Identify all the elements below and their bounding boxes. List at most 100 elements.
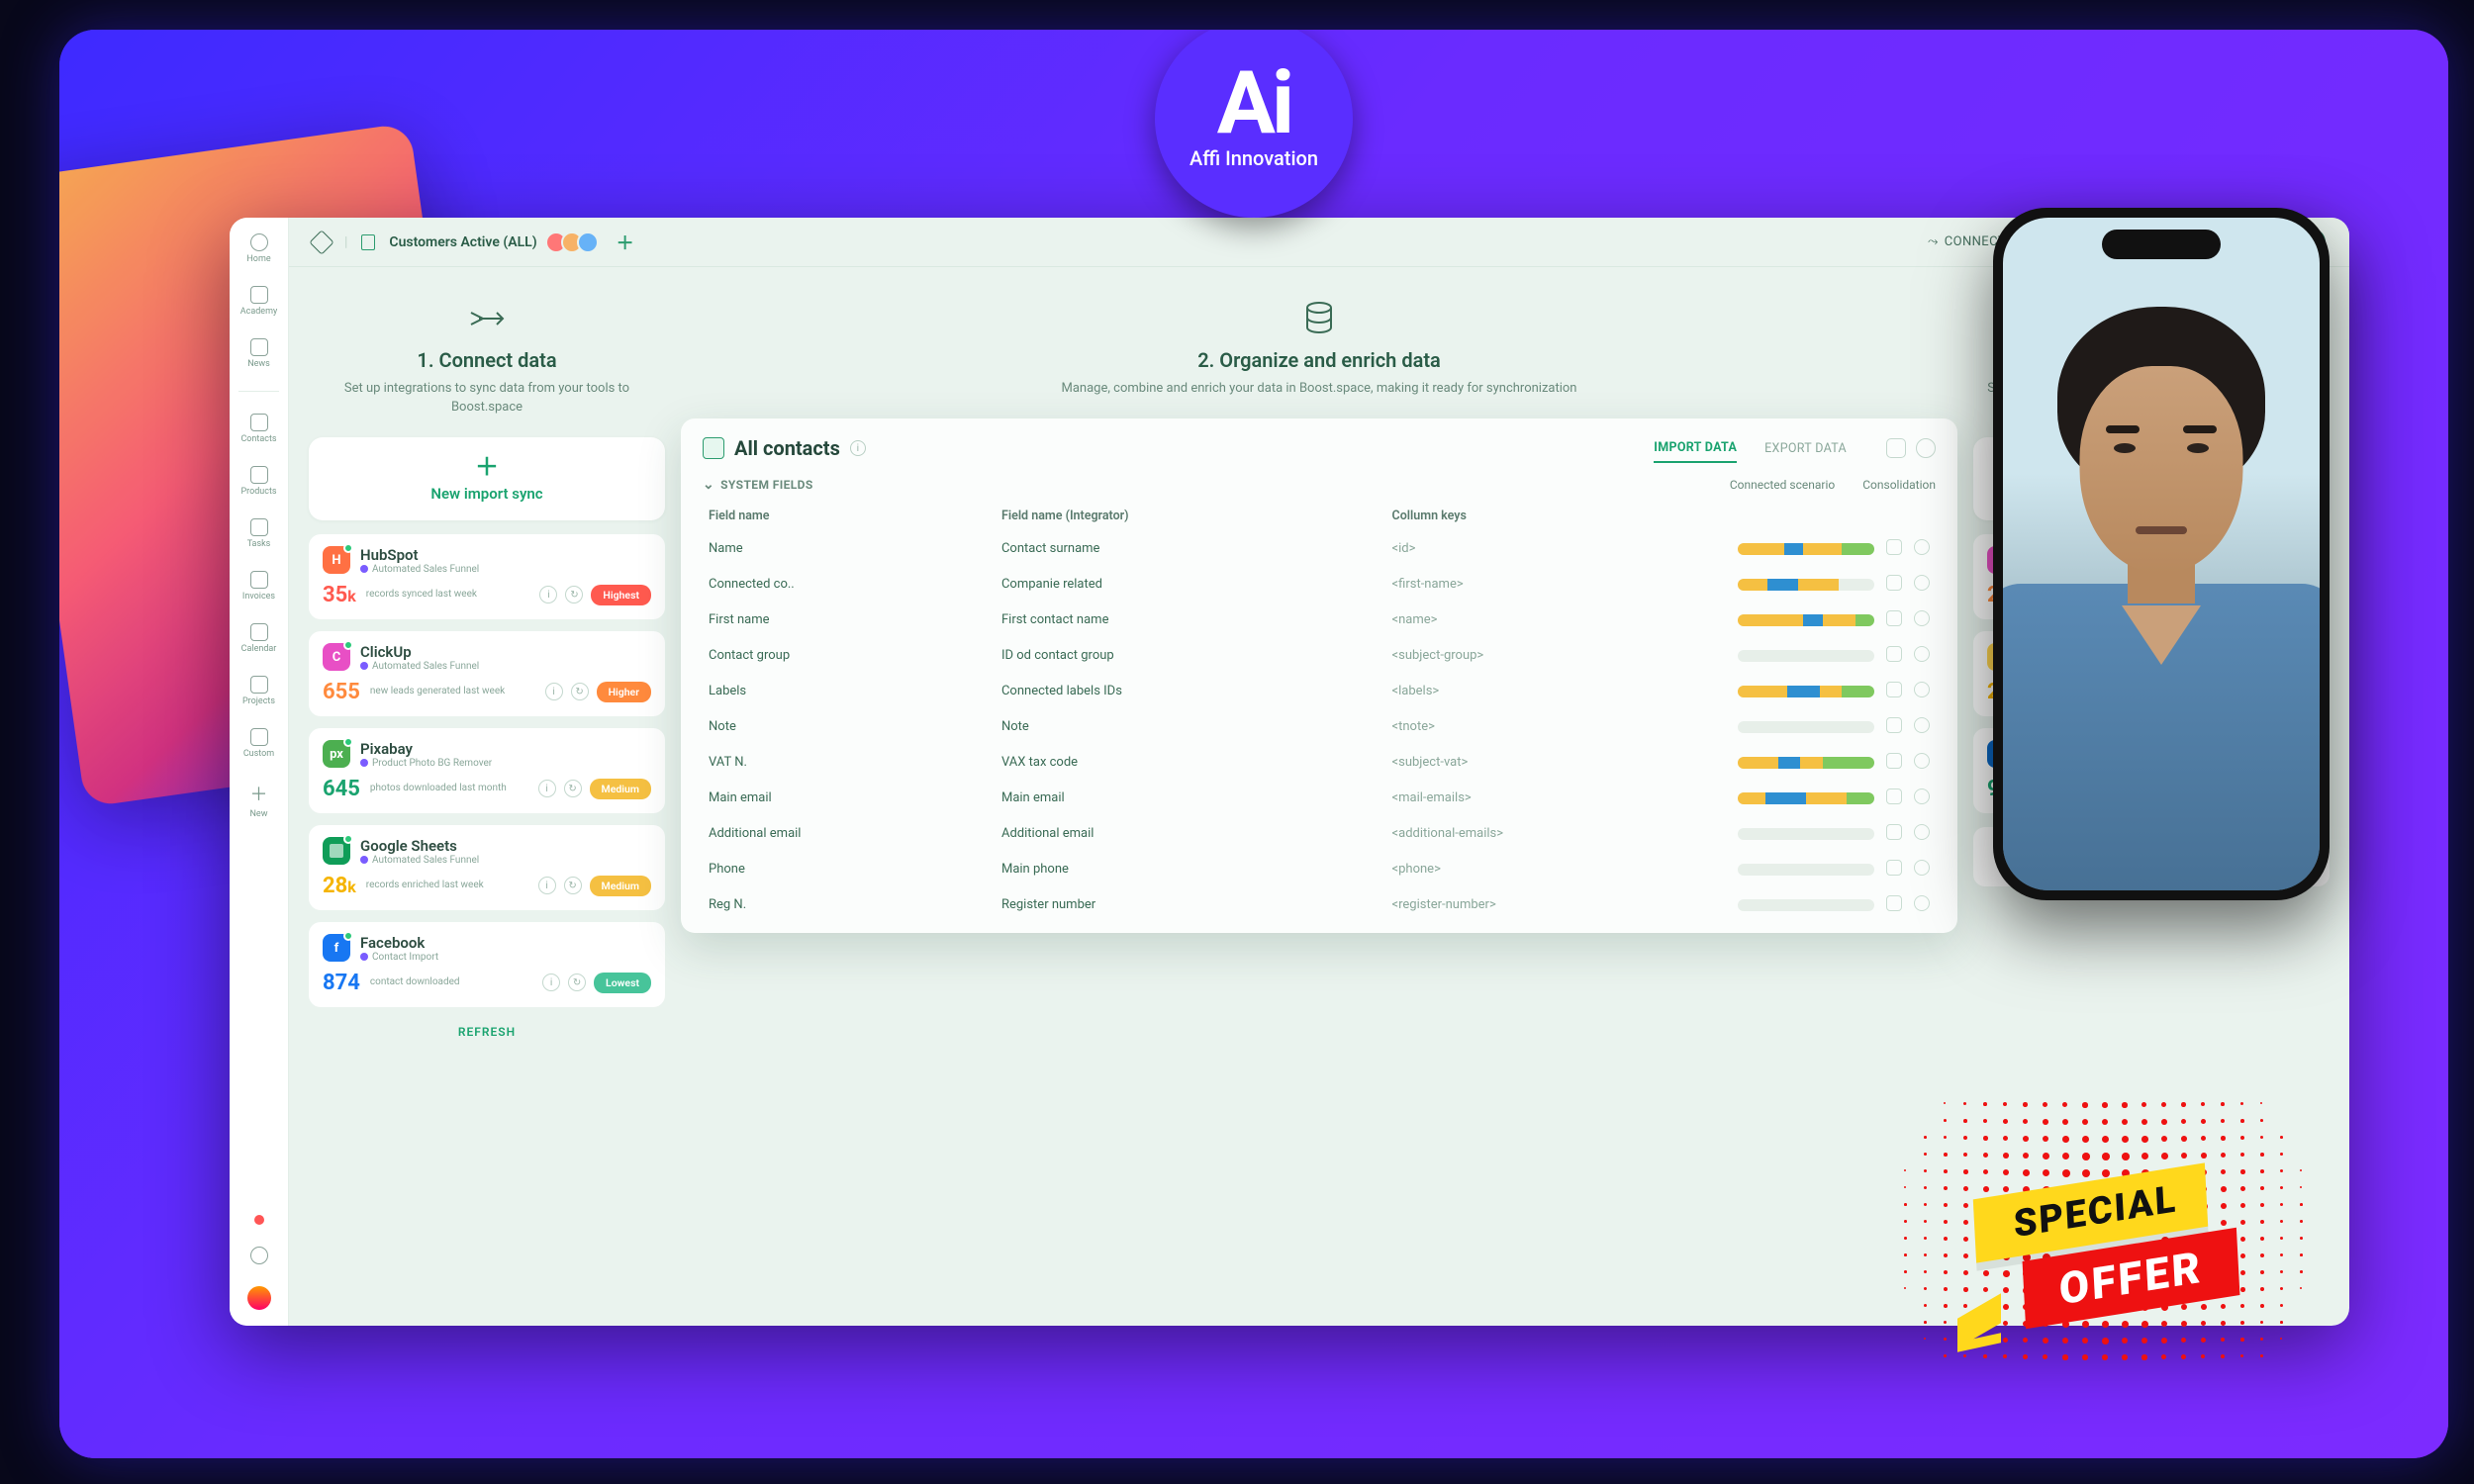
sidebar-item-news[interactable]: News	[230, 334, 288, 373]
sidebar-item-home[interactable]: Home	[230, 230, 288, 268]
tab-import-data[interactable]: IMPORT DATA	[1654, 434, 1737, 463]
sidebar-item-tasks[interactable]: Tasks	[230, 514, 288, 553]
row-options-icon[interactable]	[1914, 824, 1930, 840]
scenario-bar	[1732, 567, 1880, 603]
news-icon	[250, 338, 268, 356]
workspace-icon	[309, 230, 333, 254]
contacts-tabs: IMPORT DATA EXPORT DATA	[1654, 434, 1936, 463]
integration-card[interactable]: H HubSpot Automated Sales Funnel 35k rec…	[309, 534, 665, 619]
info-icon[interactable]: i	[545, 683, 563, 700]
sidebar-notifications[interactable]	[230, 1211, 288, 1229]
phone-mockup	[1993, 208, 2330, 900]
row-options-icon[interactable]	[1914, 575, 1930, 591]
table-row[interactable]: Phone Main phone <phone>	[703, 852, 1936, 887]
table-row[interactable]: Contact group ID od contact group <subje…	[703, 638, 1936, 674]
integration-subtitle: Automated Sales Funnel	[360, 661, 651, 672]
add-collaborator-button[interactable]: ＋	[617, 230, 634, 255]
scenario-bar	[1732, 638, 1880, 674]
row-settings-icon[interactable]	[1886, 860, 1902, 876]
column-connect: 1. Connect data Set up integrations to s…	[309, 299, 665, 1306]
contacts-panel-header: All contacts i IMPORT DATA EXPORT DATA	[703, 434, 1936, 463]
row-options-icon[interactable]	[1914, 788, 1930, 804]
sidebar-item-contacts[interactable]: Contacts	[230, 410, 288, 448]
row-settings-icon[interactable]	[1886, 610, 1902, 626]
row-options-icon[interactable]	[1914, 717, 1930, 733]
sidebar-item-projects[interactable]: Projects	[230, 672, 288, 710]
sidebar-avatar[interactable]	[230, 1282, 288, 1314]
integration-name: Pixabay	[360, 740, 651, 758]
system-fields-header[interactable]: SYSTEM FIELDS Connected scenario Consoli…	[703, 477, 1936, 493]
info-icon[interactable]: i	[850, 440, 866, 456]
sidebar-settings[interactable]	[230, 1243, 288, 1268]
integration-logo: f	[323, 934, 350, 962]
row-options-icon[interactable]	[1914, 610, 1930, 626]
row-settings-icon[interactable]	[1886, 788, 1902, 804]
row-options-icon[interactable]	[1914, 646, 1930, 662]
row-settings-icon[interactable]	[1886, 682, 1902, 697]
column-organize: 2. Organize and enrich data Manage, comb…	[681, 299, 1957, 1306]
row-settings-icon[interactable]	[1886, 539, 1902, 555]
scenario-bar	[1732, 709, 1880, 745]
table-row[interactable]: Note Note <tnote>	[703, 709, 1936, 745]
sidebar-item-academy[interactable]: Academy	[230, 282, 288, 321]
integration-card[interactable]: px Pixabay Product Photo BG Remover 645 …	[309, 728, 665, 813]
row-settings-icon[interactable]	[1886, 717, 1902, 733]
home-icon	[250, 233, 268, 251]
info-icon[interactable]: i	[539, 586, 557, 603]
priority-badge: Medium	[590, 876, 651, 896]
table-row[interactable]: First name First contact name <name>	[703, 603, 1936, 638]
table-row[interactable]: Name Contact surname <id>	[703, 531, 1936, 567]
special-offer-badge: SPECIAL OFFER	[1914, 1112, 2339, 1369]
row-settings-icon[interactable]	[1886, 646, 1902, 662]
sidebar-item-invoices[interactable]: Invoices	[230, 567, 288, 605]
invoices-icon	[250, 571, 268, 589]
row-settings-icon[interactable]	[1886, 575, 1902, 591]
sidebar-item-new[interactable]: ＋New	[230, 777, 288, 823]
table-row[interactable]: VAT N. VAX tax code <subject-vat>	[703, 745, 1936, 781]
row-settings-icon[interactable]	[1886, 895, 1902, 911]
integration-card[interactable]: f Facebook Contact Import 874 contact do…	[309, 922, 665, 1007]
integration-card[interactable]: C ClickUp Automated Sales Funnel 655 new…	[309, 631, 665, 716]
sync-icon[interactable]: ↻	[564, 877, 582, 894]
products-icon	[250, 466, 268, 484]
priority-badge: Medium	[590, 779, 651, 799]
sidebar-item-products[interactable]: Products	[230, 462, 288, 501]
tab-export-data[interactable]: EXPORT DATA	[1764, 435, 1847, 462]
sync-icon[interactable]: ↻	[564, 780, 582, 797]
row-settings-icon[interactable]	[1886, 753, 1902, 769]
custom-icon	[250, 728, 268, 746]
table-row[interactable]: Reg N. Register number <register-number>	[703, 887, 1936, 923]
sync-icon[interactable]: ↻	[571, 683, 589, 700]
refresh-button[interactable]: REFRESH	[458, 1025, 516, 1039]
table-row[interactable]: Connected co.. Companie related <first-n…	[703, 567, 1936, 603]
organize-step-icon	[1299, 299, 1339, 338]
table-row[interactable]: Main email Main email <mail-emails>	[703, 781, 1936, 816]
row-options-icon[interactable]	[1914, 895, 1930, 911]
row-options-icon[interactable]	[1914, 860, 1930, 876]
refresh-icon[interactable]	[1916, 438, 1936, 458]
integration-logo: C	[323, 643, 350, 671]
row-options-icon[interactable]	[1914, 753, 1930, 769]
scenario-bar	[1732, 531, 1880, 567]
integration-card[interactable]: Google Sheets Automated Sales Funnel 28k…	[309, 825, 665, 910]
sync-icon[interactable]: ↻	[568, 974, 586, 991]
table-row[interactable]: Additional email Additional email <addit…	[703, 816, 1936, 852]
table-row[interactable]: Labels Connected labels IDs <labels>	[703, 674, 1936, 709]
brand-mark: Ai	[1217, 67, 1290, 141]
plus-icon: ＋	[250, 781, 268, 806]
integration-meta: contact downloaded	[370, 976, 532, 988]
info-icon[interactable]: i	[542, 974, 560, 991]
row-options-icon[interactable]	[1914, 682, 1930, 697]
new-import-button[interactable]: ＋ New import sync	[309, 437, 665, 520]
info-icon[interactable]: i	[538, 780, 556, 797]
integration-count: 655	[323, 680, 360, 704]
row-settings-icon[interactable]	[1886, 824, 1902, 840]
phone-screen	[2003, 218, 2320, 890]
integration-subtitle: Automated Sales Funnel	[360, 564, 651, 575]
settings-icon[interactable]	[1886, 438, 1906, 458]
sync-icon[interactable]: ↻	[565, 586, 583, 603]
sidebar-item-calendar[interactable]: Calendar	[230, 619, 288, 658]
info-icon[interactable]: i	[538, 877, 556, 894]
row-options-icon[interactable]	[1914, 539, 1930, 555]
sidebar-item-custom[interactable]: Custom	[230, 724, 288, 763]
